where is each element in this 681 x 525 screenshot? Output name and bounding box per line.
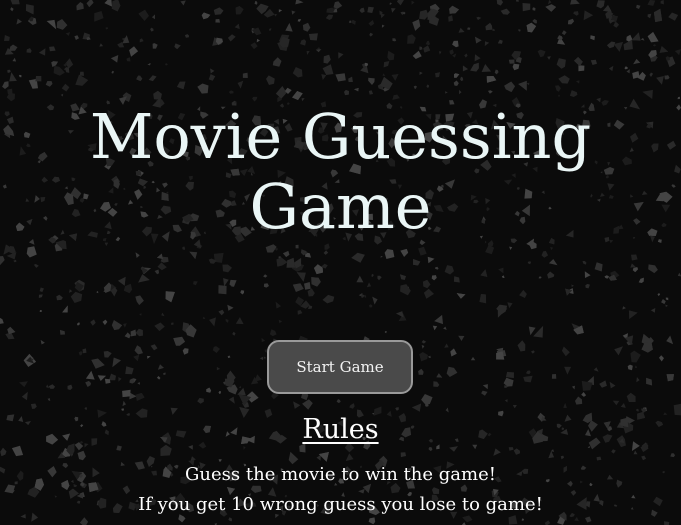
- rule-line: Guess the movie to win the game!: [185, 464, 496, 485]
- start-game-button[interactable]: Start Game: [267, 340, 413, 394]
- main-content: Movie Guessing Game Start Game Rules Gue…: [0, 0, 681, 525]
- rules-heading: Rules: [302, 414, 379, 445]
- page-title: Movie Guessing Game: [89, 100, 592, 243]
- rule-line: If you get 10 wrong guess you lose to ga…: [138, 494, 543, 515]
